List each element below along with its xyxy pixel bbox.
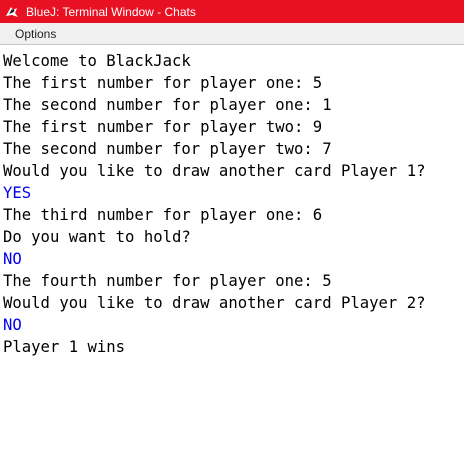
- terminal-output-line: The second number for player two: 7: [3, 140, 332, 158]
- terminal-output-line: Would you like to draw another card Play…: [3, 162, 426, 180]
- terminal-output-line: Would you like to draw another card Play…: [3, 294, 426, 312]
- terminal-output-line: The first number for player one: 5: [3, 74, 323, 92]
- terminal-user-input-line: YES: [3, 184, 32, 202]
- terminal-output-area[interactable]: Welcome to BlackJack The first number for…: [0, 46, 464, 462]
- menu-bar: Options: [0, 23, 464, 45]
- terminal-output-line: The fourth number for player one: 5: [3, 272, 332, 290]
- options-menu[interactable]: Options: [0, 23, 71, 45]
- terminal-output-line: Player 1 wins: [3, 338, 126, 356]
- terminal-user-input-line: NO: [3, 316, 22, 334]
- terminal-output-line: Do you want to hold?: [3, 228, 191, 246]
- window-title: BlueJ: Terminal Window - Chats: [26, 4, 196, 19]
- bluej-terminal-window: BlueJ: Terminal Window - Chats Options W…: [0, 0, 464, 462]
- title-bar[interactable]: BlueJ: Terminal Window - Chats: [0, 0, 464, 23]
- bluej-bird-icon: [4, 4, 20, 20]
- terminal-output-line: The third number for player one: 6: [3, 206, 323, 224]
- terminal-output-line: The first number for player two: 9: [3, 118, 323, 136]
- terminal-output-line: The second number for player one: 1: [3, 96, 332, 114]
- terminal-user-input-line: NO: [3, 250, 22, 268]
- terminal-output-line: Welcome to BlackJack: [3, 52, 191, 70]
